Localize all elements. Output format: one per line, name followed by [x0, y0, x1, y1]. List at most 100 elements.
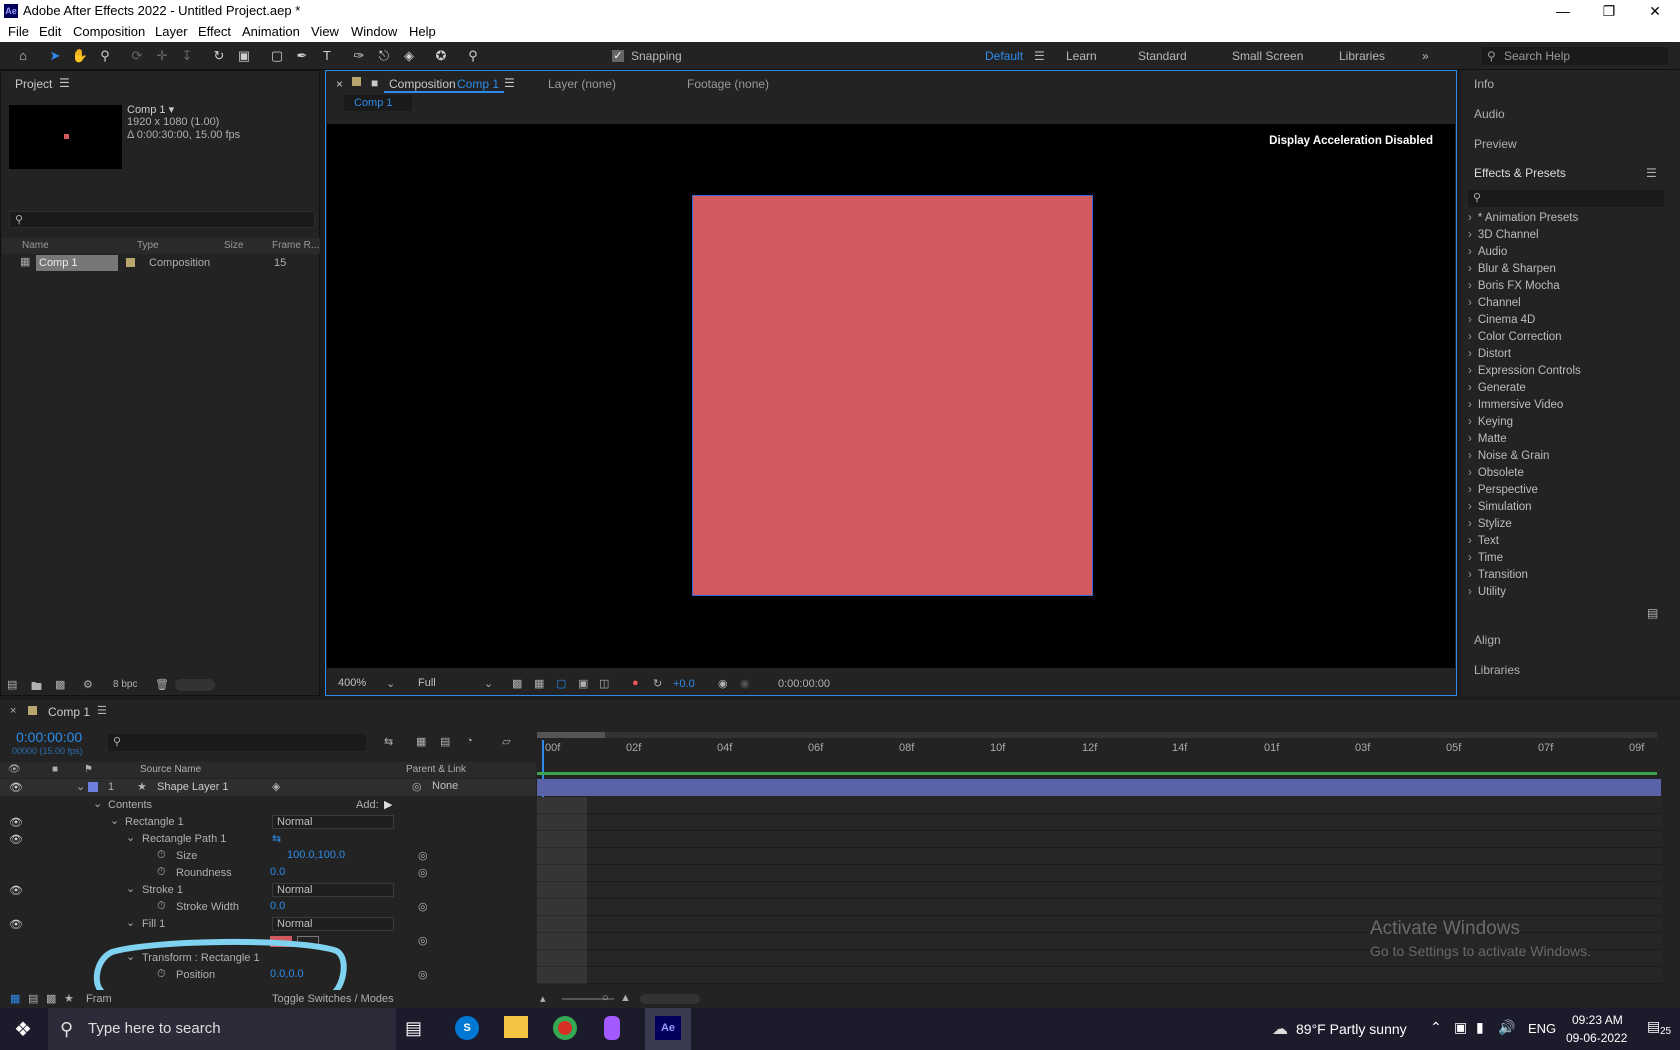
weather-icon[interactable]: ☁	[1272, 1019, 1288, 1039]
language-indicator[interactable]: ENG	[1528, 1021, 1556, 1036]
panel-menu-icon[interactable]: ☰	[97, 704, 107, 717]
menu-view[interactable]: View	[311, 24, 339, 39]
orbit-tool-icon[interactable]: ⟳	[128, 47, 146, 65]
align-panel-tab[interactable]: Align	[1474, 633, 1501, 647]
menu-effect[interactable]: Effect	[198, 24, 231, 39]
col-type[interactable]: Type	[137, 240, 159, 251]
pen-tool-icon[interactable]: ✒	[293, 47, 311, 65]
parent-link-header[interactable]: Parent & Link	[406, 764, 466, 775]
info-panel-tab[interactable]: Info	[1474, 77, 1494, 91]
channel-icon[interactable]: ●	[632, 677, 639, 689]
stroke-group-label[interactable]: Stroke 1	[142, 884, 183, 896]
layer-row[interactable]: 👁 ⌄ 1 ★ Shape Layer 1 ◈ ◎ None	[0, 779, 536, 796]
effect-category-item[interactable]: Immersive Video	[1468, 399, 1563, 411]
file-explorer-icon[interactable]	[504, 1016, 528, 1038]
render-time-icon[interactable]: ★	[64, 992, 74, 1005]
composition-tab-label[interactable]: Composition	[389, 77, 456, 91]
expression-pickwhip-icon[interactable]: ◎	[418, 934, 428, 947]
chevron-down-icon[interactable]: ⌄	[126, 831, 135, 844]
timeline-search-input[interactable]: ⚲	[108, 734, 366, 751]
notification-center-icon[interactable]: ▤	[1647, 1018, 1660, 1035]
effect-category-item[interactable]: Obsolete	[1468, 467, 1524, 479]
expression-pickwhip-icon[interactable]: ◎	[418, 968, 428, 981]
panel-menu-icon[interactable]: ☰	[504, 76, 515, 90]
contents-row[interactable]: ⌄ Contents Add: ▶	[0, 797, 536, 814]
battery-icon[interactable]: ▮	[1476, 1019, 1484, 1036]
blend-mode-dropdown[interactable]: Normal	[272, 917, 394, 931]
switches-icon[interactable]: ◈	[272, 780, 280, 793]
figma-icon[interactable]	[604, 1016, 620, 1040]
timeline-tab[interactable]: Comp 1	[48, 705, 90, 719]
col-name[interactable]: Name	[22, 240, 49, 251]
project-item-name[interactable]: Comp 1	[36, 255, 118, 271]
restore-button[interactable]: ❐	[1586, 0, 1632, 22]
effect-category-item[interactable]: Cinema 4D	[1468, 314, 1536, 326]
thumbnail-slider[interactable]	[175, 679, 215, 691]
effect-category-item[interactable]: Generate	[1468, 382, 1526, 394]
panel-menu-icon[interactable]: ☰	[59, 76, 70, 90]
rotate-tool-icon[interactable]: ↻	[210, 47, 228, 65]
effects-search-input[interactable]: ⚲	[1468, 190, 1664, 207]
footage-tab[interactable]: Footage (none)	[687, 77, 769, 91]
col-size[interactable]: Size	[224, 240, 243, 251]
effect-category-item[interactable]: Stylize	[1468, 518, 1512, 530]
chevron-down-icon[interactable]: ⌄	[93, 797, 102, 810]
expression-pickwhip-icon[interactable]: ◎	[418, 900, 428, 913]
layer-bar[interactable]	[537, 779, 1661, 796]
interpret-footage-icon[interactable]: ▤	[7, 678, 17, 691]
volume-icon[interactable]: 🔊	[1498, 1019, 1515, 1036]
visibility-eye-icon[interactable]: 👁	[9, 816, 23, 829]
workspace-menu-icon[interactable]: ☰	[1034, 49, 1045, 63]
chrome-icon[interactable]	[553, 1016, 577, 1040]
chevron-down-icon[interactable]: ⌄	[76, 780, 85, 793]
effect-category-item[interactable]: Text	[1468, 535, 1499, 547]
task-view-icon[interactable]: ▤	[405, 1018, 422, 1039]
workspace-learn[interactable]: Learn	[1066, 49, 1097, 63]
in-out-icon[interactable]: ▩	[46, 992, 56, 1005]
comp-breadcrumb[interactable]: Comp 1	[344, 95, 412, 111]
hand-tool-icon[interactable]: ✋	[71, 47, 89, 65]
effect-category-item[interactable]: Time	[1468, 552, 1503, 564]
effect-category-item[interactable]: Transition	[1468, 569, 1528, 581]
chevron-down-icon[interactable]: ⌄	[126, 882, 135, 895]
region-of-interest-icon[interactable]: ▣	[578, 677, 588, 690]
workspace-default[interactable]: Default	[985, 49, 1023, 63]
stroke-group-row[interactable]: 👁 ⌄ Stroke 1 Normal	[0, 882, 536, 899]
transparency-grid-icon[interactable]: ▦	[534, 677, 544, 690]
audio-panel-tab[interactable]: Audio	[1474, 107, 1505, 121]
parent-dropdown[interactable]: None	[428, 780, 512, 794]
minimize-button[interactable]: —	[1540, 0, 1586, 22]
resolution-dropdown[interactable]: Full	[414, 677, 482, 691]
brush-tool-icon[interactable]: ✑	[350, 47, 368, 65]
zoom-in-icon[interactable]: ▲	[620, 992, 631, 1004]
effect-category-item[interactable]: * Animation Presets	[1468, 212, 1578, 224]
reset-exposure-icon[interactable]: ↻	[653, 677, 662, 690]
close-tab-icon[interactable]: ×	[336, 77, 343, 91]
rectangle-tool-icon[interactable]: ▢	[268, 47, 286, 65]
size-row[interactable]: ⏱ Size 100.0,100.0 ◎	[0, 848, 536, 865]
col-frame-rate[interactable]: Frame R...	[272, 240, 319, 251]
exposure-value[interactable]: +0.0	[673, 678, 695, 690]
project-search-input[interactable]: ⚲	[9, 211, 315, 228]
menu-help[interactable]: Help	[409, 24, 436, 39]
stroke-width-value[interactable]: 0.0	[270, 900, 285, 912]
snapshot-camera-icon[interactable]: ◉	[718, 677, 728, 690]
menu-file[interactable]: File	[8, 24, 29, 39]
rectangle-group-row[interactable]: 👁 ⌄ Rectangle 1 Normal	[0, 814, 536, 831]
workspace-standard[interactable]: Standard	[1138, 49, 1187, 63]
clock-time[interactable]: 09:23 AM	[1572, 1013, 1623, 1027]
current-time[interactable]: 0:00:00:00	[16, 729, 82, 745]
rectangle-shape[interactable]	[692, 195, 1093, 596]
visibility-eye-icon[interactable]: 👁	[9, 781, 23, 794]
work-area-bar[interactable]	[537, 732, 1657, 738]
eraser-tool-icon[interactable]: ◈	[400, 47, 418, 65]
skype-icon[interactable]: S	[455, 1016, 479, 1040]
eye-icon[interactable]: 👁	[8, 764, 21, 775]
chevron-down-icon[interactable]: ⌄	[126, 916, 135, 929]
new-comp-icon[interactable]: ▩	[55, 678, 65, 691]
home-icon[interactable]: ⌂	[14, 47, 32, 65]
lock-icon[interactable]: ■	[52, 764, 58, 775]
roundness-row[interactable]: ⏱ Roundness 0.0 ◎	[0, 865, 536, 882]
weather-text[interactable]: 89°F Partly sunny	[1296, 1021, 1407, 1037]
shy-layers-icon[interactable]: ▤	[440, 735, 450, 748]
